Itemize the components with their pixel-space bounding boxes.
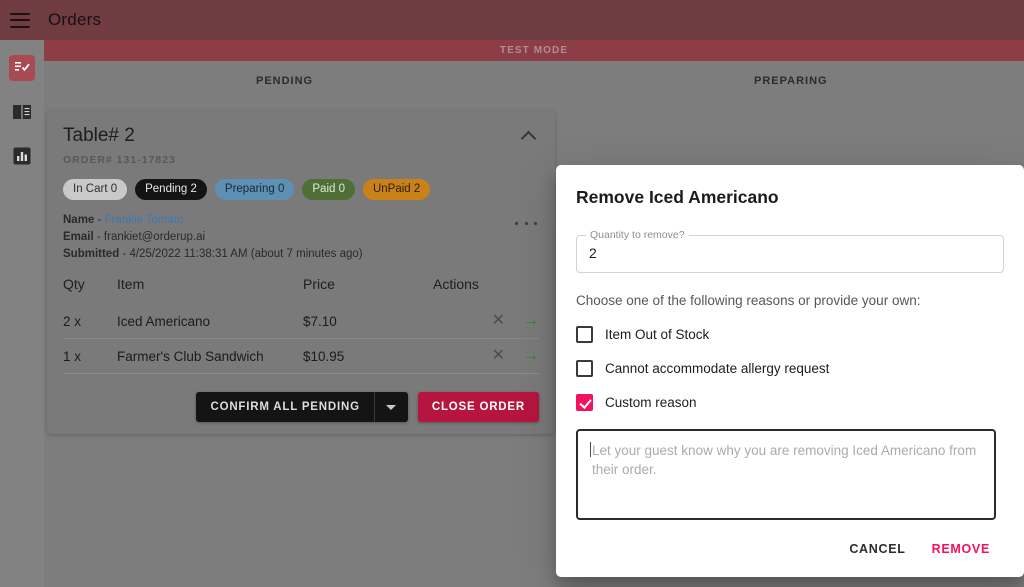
board-column-headers: PENDING PREPARING [44, 61, 1024, 101]
col-qty: Qty [63, 276, 85, 292]
order-card: Table# 2 ORDER# 131-17823 In Cart 0 Pend… [47, 111, 555, 434]
quantity-input[interactable] [589, 245, 1009, 261]
order-card-header: Table# 2 [63, 125, 539, 147]
reason-label: Cannot accommodate allergy request [605, 361, 830, 377]
reason-label: Item Out of Stock [605, 327, 710, 343]
meta-sep-email: - [93, 231, 104, 243]
row-qty: 2 x [63, 304, 117, 339]
cancel-button[interactable]: CANCEL [839, 534, 915, 564]
remove-button[interactable]: REMOVE [922, 534, 1000, 564]
status-chip-pending[interactable]: Pending 2 [135, 179, 207, 200]
col-actions: Actions [433, 276, 479, 292]
row-qty: 1 x [63, 338, 117, 374]
hamburger-menu-icon[interactable] [10, 12, 30, 28]
meta-sep-submitted: - [119, 248, 130, 260]
quantity-field-label: Quantity to remove? [590, 229, 685, 241]
sidebar-item-menu[interactable] [9, 99, 35, 125]
menu-book-icon [13, 104, 31, 120]
table-row: 1 x Farmer's Club Sandwich $10.95 ✕ → [63, 338, 539, 374]
confirm-all-pending-button[interactable]: CONFIRM ALL PENDING [196, 392, 373, 422]
reason-option-allergy[interactable]: Cannot accommodate allergy request [576, 352, 1004, 386]
table-row: 2 x Iced Americano $7.10 ✕ → [63, 304, 539, 339]
reason-label: Custom reason [605, 395, 697, 411]
order-items-table: Qty Item Price Actions 2 x Iced American… [63, 270, 539, 374]
customer-email-value: frankiet@orderup.ai [103, 231, 206, 243]
meta-label-name: Name [63, 214, 95, 226]
status-chip-preparing[interactable]: Preparing 0 [214, 179, 295, 200]
advance-item-icon[interactable]: → [523, 313, 539, 329]
order-card-actions: CONFIRM ALL PENDING CLOSE ORDER [63, 392, 539, 422]
customer-meta: Name - Frankie Tomato Email - frankiet@o… [63, 214, 539, 260]
row-price: $7.10 [303, 304, 433, 339]
reason-checkbox-list: Item Out of Stock Cannot accommodate all… [576, 318, 1004, 420]
order-status-chips: In Cart 0 Pending 2 Preparing 0 Paid 0 U… [63, 179, 539, 200]
remove-item-dialog: Remove Iced Americano Quantity to remove… [556, 165, 1024, 577]
status-chip-paid[interactable]: Paid 0 [302, 179, 355, 200]
row-actions: ✕ → [433, 338, 539, 374]
meta-row-submitted: Submitted - 4/25/2022 11:38:31 AM (about… [63, 248, 539, 260]
custom-reason-textarea-wrapper[interactable]: Let your guest know why you are removing… [576, 428, 996, 521]
remove-item-icon[interactable]: ✕ [492, 348, 505, 364]
col-item: Item [117, 276, 145, 292]
row-actions: ✕ → [433, 304, 539, 339]
bar-chart-icon [13, 147, 31, 165]
order-number: ORDER# 131-17823 [63, 154, 176, 166]
sidebar-item-orders[interactable] [9, 55, 35, 81]
dialog-title: Remove Iced Americano [576, 187, 779, 207]
meta-row-email: Email - frankiet@orderup.ai [63, 231, 539, 243]
meta-label-email: Email [63, 231, 94, 243]
checkbox-checked-icon[interactable] [576, 394, 593, 412]
status-chip-in-cart[interactable]: In Cart 0 [63, 179, 128, 200]
quantity-field-wrapper: Quantity to remove? [576, 229, 1009, 273]
custom-reason-placeholder: Let your guest know why you are removing… [592, 442, 977, 478]
column-header-pending: PENDING [256, 75, 314, 87]
dialog-footer: CANCEL REMOVE [576, 520, 1004, 577]
row-action-group: ✕ → [492, 348, 539, 364]
confirm-options-dropdown[interactable] [373, 392, 408, 422]
app-bar: Orders [0, 0, 1024, 40]
test-mode-banner: TEST MODE [44, 40, 1024, 61]
orders-checklist-icon [15, 62, 30, 72]
reason-option-out-of-stock[interactable]: Item Out of Stock [576, 318, 1004, 352]
chevron-up-icon[interactable] [519, 125, 539, 145]
row-price: $10.95 [303, 338, 433, 374]
status-chip-unpaid[interactable]: UnPaid 2 [362, 179, 431, 200]
confirm-all-pending-split-button: CONFIRM ALL PENDING [196, 392, 408, 422]
app-root: Orders TEST MODE PENDING PREPARING Table… [0, 0, 1024, 587]
more-horizontal-icon[interactable] [515, 218, 537, 228]
meta-sep-name: - [94, 214, 105, 226]
submitted-timestamp: 4/25/2022 11:38:31 AM (about 7 minutes a… [129, 248, 363, 260]
sidebar-item-reports[interactable] [9, 143, 35, 169]
meta-label-submitted: Submitted [63, 248, 120, 260]
checkbox-unchecked-icon[interactable] [576, 360, 593, 378]
advance-item-icon[interactable]: → [523, 348, 539, 364]
row-item: Farmer's Club Sandwich [117, 338, 303, 374]
reasons-instruction: Choose one of the following reasons or p… [576, 292, 921, 308]
reason-option-custom[interactable]: Custom reason [576, 386, 1004, 420]
column-header-preparing: PREPARING [754, 75, 828, 87]
remove-item-icon[interactable]: ✕ [492, 313, 505, 329]
row-item: Iced Americano [117, 304, 303, 339]
table-header-row: Qty Item Price Actions [63, 270, 539, 304]
chevron-down-icon [386, 404, 397, 410]
page-title: Orders [48, 10, 102, 29]
meta-row-name: Name - Frankie Tomato [63, 214, 539, 226]
checkbox-unchecked-icon[interactable] [576, 326, 593, 344]
text-cursor [590, 441, 591, 457]
close-order-button[interactable]: CLOSE ORDER [417, 392, 539, 422]
col-price: Price [303, 276, 335, 292]
row-action-group: ✕ → [492, 313, 539, 329]
customer-name-link[interactable]: Frankie Tomato [105, 214, 184, 226]
order-table-title: Table# 2 [63, 125, 135, 146]
sidebar [0, 40, 44, 587]
